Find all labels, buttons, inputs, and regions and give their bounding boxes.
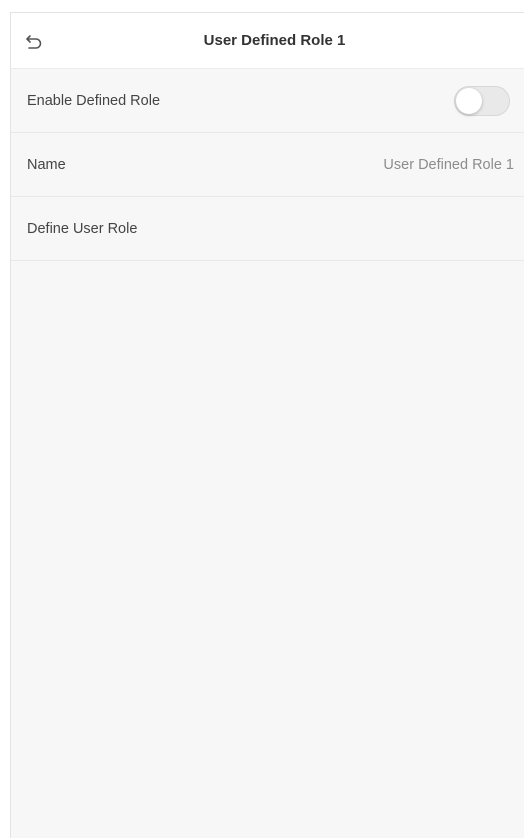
name-value: User Defined Role 1 <box>383 156 514 173</box>
enable-defined-role-label: Enable Defined Role <box>27 92 161 109</box>
back-arrow-icon <box>25 33 43 49</box>
define-user-role-row[interactable]: Define User Role <box>11 197 524 261</box>
page-title: User Defined Role 1 <box>203 32 346 49</box>
name-row[interactable]: Name User Defined Role 1 <box>11 133 524 197</box>
device-screen: User Defined Role 1 Enable Defined Role … <box>10 12 524 838</box>
name-label: Name <box>27 156 66 173</box>
enable-defined-role-row[interactable]: Enable Defined Role <box>11 69 524 133</box>
define-user-role-label: Define User Role <box>27 220 138 237</box>
header-bar: User Defined Role 1 <box>11 13 524 69</box>
enable-defined-role-toggle[interactable] <box>454 85 510 116</box>
toggle-knob <box>456 87 482 114</box>
back-button[interactable] <box>17 25 51 57</box>
